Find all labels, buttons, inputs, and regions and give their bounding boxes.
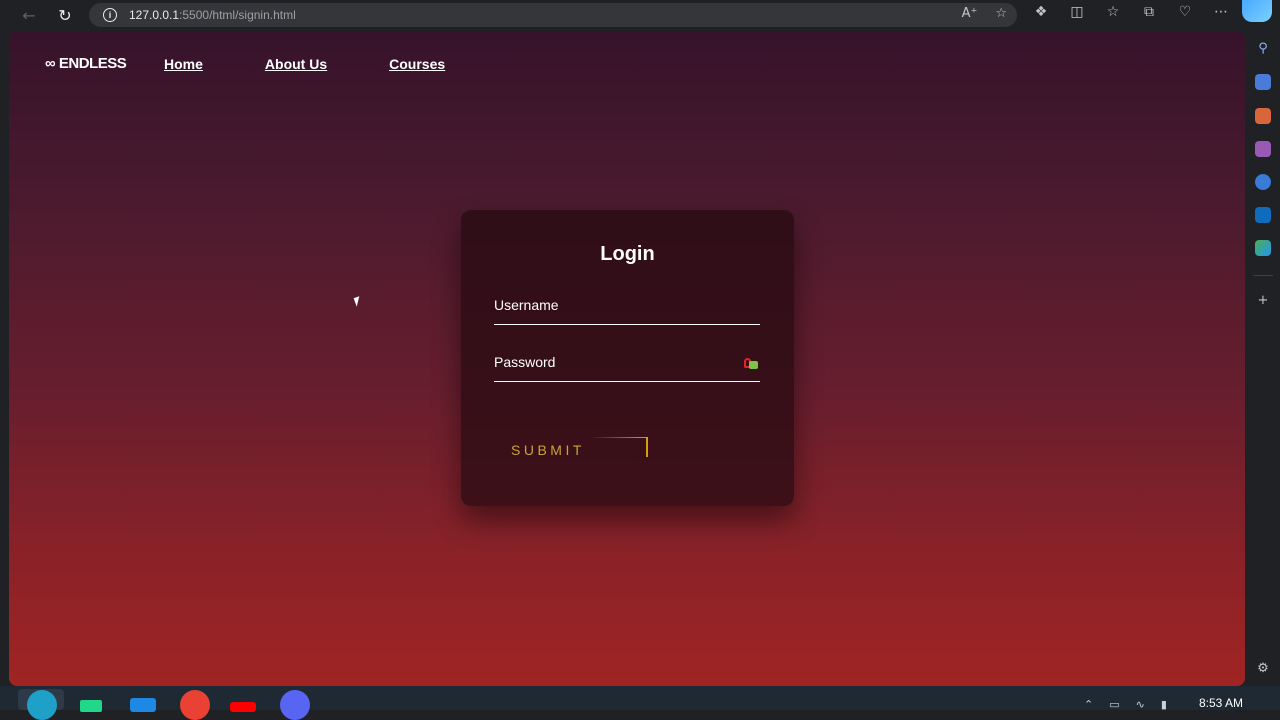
system-tray-icons[interactable]: ⌃▭∿▮ [1084, 698, 1183, 711]
puzzle-icon[interactable]: ❖ [1030, 4, 1052, 20]
add-icon[interactable]: + [1255, 292, 1271, 308]
youtube-app-icon[interactable] [230, 702, 256, 712]
discord-app-icon[interactable] [280, 690, 310, 720]
browser-toolbar: ← ↻ i 127.0.0.1:5500/html/signin.html A⁺… [0, 0, 1280, 30]
copilot-icon[interactable] [1242, 0, 1272, 22]
star-icon[interactable]: ☆ [995, 6, 1007, 21]
login-card: Login Username Password SUBMIT [461, 210, 794, 506]
search-icon[interactable]: ⚲ [1255, 40, 1271, 56]
submit-label: SUBMIT [511, 442, 585, 458]
os-taskbar: ⌃▭∿▮ 8:53 AM [0, 686, 1280, 720]
back-arrow-icon[interactable]: ← [16, 2, 42, 28]
chrome-app-icon[interactable] [180, 690, 210, 720]
password-label: Password [494, 354, 556, 370]
password-field[interactable]: Password [494, 352, 760, 382]
browser-sidebar: ⚲ + ⚙ [1246, 30, 1280, 686]
sidebar-divider [1253, 275, 1273, 276]
login-title: Login [600, 243, 655, 265]
site-info-icon[interactable]: i [103, 8, 117, 22]
settings-gear-icon[interactable]: ⚙ [1255, 660, 1271, 676]
outlook-icon[interactable] [1255, 207, 1271, 223]
site-navbar: ∞ ENDLESS Home About Us Courses [45, 55, 507, 72]
submit-button[interactable]: SUBMIT [511, 437, 648, 463]
heart-pulse-icon[interactable]: ♡ [1174, 4, 1196, 20]
url-path: :5500/html/signin.html [179, 8, 296, 22]
submit-border-decoration [591, 437, 648, 457]
username-field[interactable]: Username [494, 295, 760, 325]
pycharm-app-icon[interactable] [80, 700, 102, 712]
more-icon[interactable]: ⋯ [1210, 4, 1232, 20]
collections-icon[interactable]: ⧉ [1138, 4, 1160, 20]
mouse-cursor-icon [353, 296, 363, 307]
split-screen-icon[interactable]: ◫ [1066, 4, 1088, 20]
password-manager-icon[interactable] [744, 358, 758, 370]
username-label: Username [494, 297, 559, 313]
nav-link-courses[interactable]: Courses [389, 56, 445, 72]
shopping-tag-icon[interactable] [1255, 74, 1271, 90]
drop-icon[interactable] [1255, 240, 1271, 256]
nav-link-about[interactable]: About Us [265, 56, 327, 72]
reload-icon[interactable]: ↻ [52, 2, 78, 28]
site-logo[interactable]: ∞ ENDLESS [45, 55, 164, 72]
edge-app-icon[interactable] [27, 690, 57, 720]
toolbox-icon[interactable] [1255, 108, 1271, 124]
taskbar-clock: 8:53 AM [1199, 696, 1244, 710]
url-host: 127.0.0.1 [129, 8, 180, 22]
address-bar[interactable]: i 127.0.0.1:5500/html/signin.html A⁺ ☆ [89, 3, 1017, 27]
copilot-sidebar-icon[interactable] [1255, 174, 1271, 190]
games-icon[interactable] [1255, 141, 1271, 157]
nav-link-home[interactable]: Home [164, 56, 203, 72]
read-aloud-icon[interactable]: A⁺ [962, 6, 978, 21]
page-viewport: ∞ ENDLESS Home About Us Courses Login Us… [9, 31, 1245, 686]
favorites-list-icon[interactable]: ☆ [1102, 4, 1124, 20]
